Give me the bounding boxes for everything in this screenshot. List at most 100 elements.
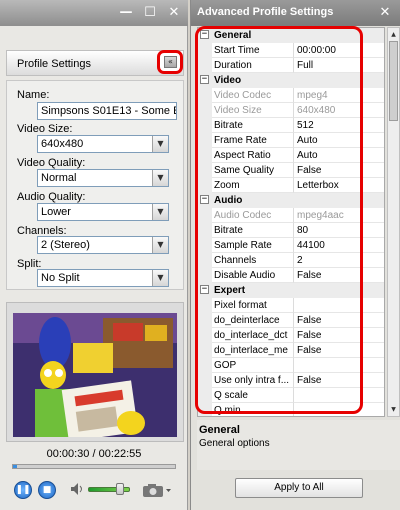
collapse-advanced-button[interactable]: «	[157, 50, 183, 74]
audio-quality-select[interactable]: Lower ▼	[37, 203, 169, 221]
property-key: Disable Audio	[212, 268, 294, 283]
property-key: Audio Codec	[212, 208, 294, 223]
scroll-up-icon[interactable]: ▲	[389, 29, 398, 40]
category-expert[interactable]: − Expert	[198, 283, 384, 298]
property-value[interactable]: 80	[294, 223, 384, 238]
property-row-video-size[interactable]: Video Size 640x480	[198, 103, 384, 118]
minimize-icon[interactable]: —	[118, 5, 134, 21]
chevron-down-icon: ▼	[152, 237, 168, 253]
property-value[interactable]	[294, 403, 384, 416]
playback-controls: ❚❚ ■	[0, 474, 188, 510]
property-key: Pixel format	[212, 298, 294, 313]
video-size-select[interactable]: 640x480 ▼	[37, 135, 169, 153]
channels-value: 2 (Stereo)	[41, 239, 90, 251]
property-row-intra-frames[interactable]: Use only intra f... False	[198, 373, 384, 388]
property-value[interactable]: False	[294, 163, 384, 178]
property-row-q-min[interactable]: Q min	[198, 403, 384, 416]
close-icon[interactable]: ✕	[377, 5, 393, 21]
property-value[interactable]: 512	[294, 118, 384, 133]
property-value[interactable]: Full	[294, 58, 384, 73]
property-value[interactable]: False	[294, 268, 384, 283]
property-grid-scrollbar[interactable]: ▲ ▼	[387, 27, 400, 417]
chevron-down-icon: ▼	[152, 270, 168, 286]
property-key: Bitrate	[212, 118, 294, 133]
property-value[interactable]: False	[294, 328, 384, 343]
channels-select[interactable]: 2 (Stereo) ▼	[37, 236, 169, 254]
property-row-sample-rate[interactable]: Sample Rate 44100	[198, 238, 384, 253]
category-video[interactable]: − Video	[198, 73, 384, 88]
property-row-pixel-format[interactable]: Pixel format	[198, 298, 384, 313]
property-value[interactable]: Auto	[294, 148, 384, 163]
property-value[interactable]: 44100	[294, 238, 384, 253]
property-row-audio-codec[interactable]: Audio Codec mpeg4aac	[198, 208, 384, 223]
seek-slider[interactable]	[12, 464, 176, 469]
scroll-down-icon[interactable]: ▼	[389, 404, 398, 415]
property-row-start-time[interactable]: Start Time 00:00:00	[198, 43, 384, 58]
name-label: Name:	[17, 89, 50, 101]
cartoon-frame-illustration	[13, 313, 177, 437]
collapse-minus-icon[interactable]: −	[200, 285, 209, 294]
property-row-q-scale[interactable]: Q scale	[198, 388, 384, 403]
property-value[interactable]	[294, 358, 384, 373]
property-value[interactable]: Letterbox	[294, 178, 384, 193]
pause-button[interactable]: ❚❚	[14, 481, 32, 499]
description-panel: General General options	[197, 420, 400, 470]
property-row-aspect-ratio[interactable]: Aspect Ratio Auto	[198, 148, 384, 163]
property-value[interactable]: False	[294, 343, 384, 358]
property-key: do_interlace_me	[212, 343, 294, 358]
split-select[interactable]: No Split ▼	[37, 269, 169, 287]
property-key: Same Quality	[212, 163, 294, 178]
video-quality-label: Video Quality:	[17, 157, 86, 169]
video-preview-image[interactable]	[13, 313, 177, 437]
category-general[interactable]: − General	[198, 28, 384, 43]
property-key: Duration	[212, 58, 294, 73]
property-key: Bitrate	[212, 223, 294, 238]
property-row-bitrate[interactable]: Bitrate 512	[198, 118, 384, 133]
name-field[interactable]: Simpsons S01E13 - Some Ench	[37, 102, 177, 120]
split-value: No Split	[41, 272, 80, 284]
property-row-gop[interactable]: GOP	[198, 358, 384, 373]
speaker-icon[interactable]	[70, 482, 84, 496]
profile-settings-label: Profile Settings	[17, 58, 91, 70]
volume-slider-thumb[interactable]	[116, 483, 124, 495]
advanced-window-title: Advanced Profile Settings	[197, 6, 334, 18]
category-title: Expert	[214, 285, 246, 296]
collapse-minus-icon[interactable]: −	[200, 195, 209, 204]
property-row-video-codec[interactable]: Video Codec mpeg4	[198, 88, 384, 103]
property-value[interactable]	[294, 388, 384, 403]
property-key: Channels	[212, 253, 294, 268]
property-row-interlace-dct[interactable]: do_interlace_dct False	[198, 328, 384, 343]
seek-progress-fill	[13, 465, 17, 468]
advanced-settings-window: Advanced Profile Settings ✕ − General St…	[190, 0, 400, 510]
maximize-icon[interactable]: ☐	[142, 5, 158, 21]
property-value[interactable]: False	[294, 313, 384, 328]
property-row-frame-rate[interactable]: Frame Rate Auto	[198, 133, 384, 148]
property-row-disable-audio[interactable]: Disable Audio False	[198, 268, 384, 283]
category-audio[interactable]: − Audio	[198, 193, 384, 208]
property-row-deinterlace[interactable]: do_deinterlace False	[198, 313, 384, 328]
pause-icon: ❚❚	[15, 485, 31, 495]
property-row-same-quality[interactable]: Same Quality False	[198, 163, 384, 178]
property-row-duration[interactable]: Duration Full	[198, 58, 384, 73]
property-value[interactable]: 00:00:00	[294, 43, 384, 58]
close-icon[interactable]: ✕	[166, 5, 182, 21]
property-row-channels[interactable]: Channels 2	[198, 253, 384, 268]
property-value[interactable]: False	[294, 373, 384, 388]
apply-to-all-button[interactable]: Apply to All	[235, 478, 363, 498]
property-value[interactable]: Auto	[294, 133, 384, 148]
category-title: Video	[214, 75, 242, 86]
collapse-minus-icon[interactable]: −	[200, 30, 209, 39]
property-row-interlace-me[interactable]: do_interlace_me False	[198, 343, 384, 358]
stop-button[interactable]: ■	[38, 481, 56, 499]
property-row-audio-bitrate[interactable]: Bitrate 80	[198, 223, 384, 238]
property-value[interactable]: 2	[294, 253, 384, 268]
property-key: Q min	[212, 403, 294, 416]
property-row-zoom[interactable]: Zoom Letterbox	[198, 178, 384, 193]
profile-settings-panel: Name: Simpsons S01E13 - Some Ench Video …	[6, 80, 184, 290]
property-key: Video Codec	[212, 88, 294, 103]
collapse-minus-icon[interactable]: −	[200, 75, 209, 84]
property-value[interactable]	[294, 298, 384, 313]
camera-snapshot-icon[interactable]	[142, 482, 172, 498]
video-quality-select[interactable]: Normal ▼	[37, 169, 169, 187]
scrollbar-thumb[interactable]	[389, 41, 398, 121]
